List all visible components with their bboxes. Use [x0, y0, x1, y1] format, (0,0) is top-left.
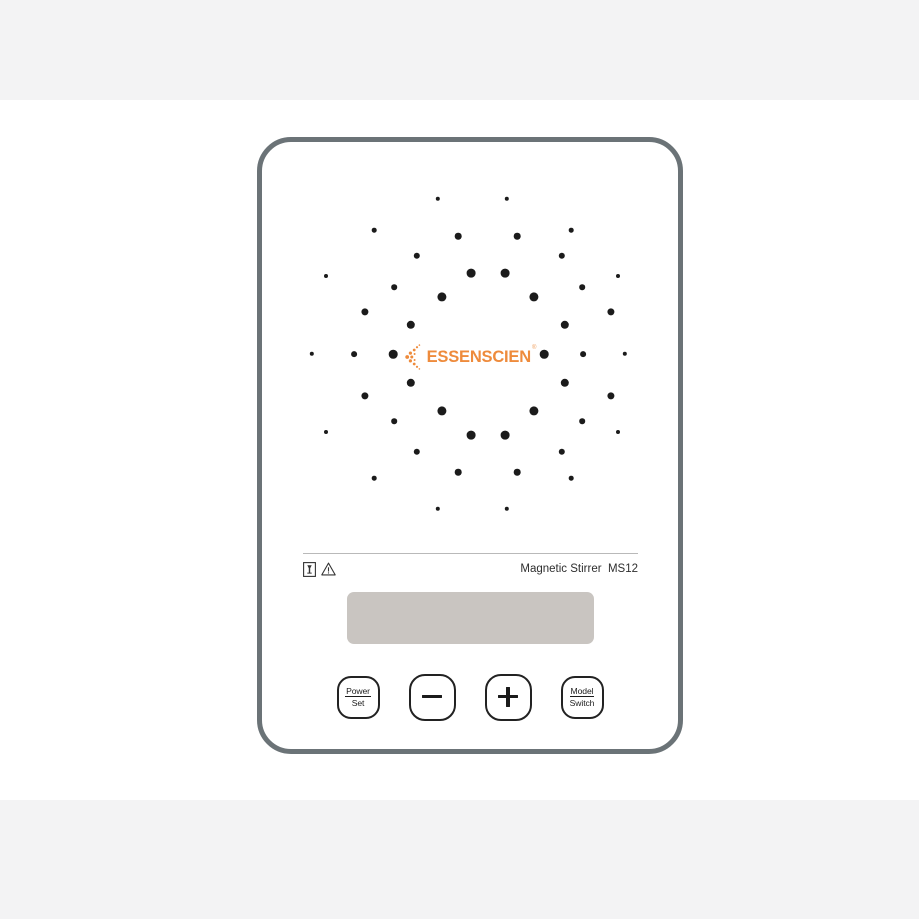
- page-background: ESSENSCIEN ® Magnetic Stirrer MS12 Power…: [0, 0, 919, 919]
- pattern-dot: [616, 430, 620, 434]
- pattern-dot: [607, 392, 615, 400]
- model-label: Magnetic Stirrer MS12: [520, 563, 638, 575]
- pattern-dot: [361, 308, 369, 316]
- pattern-dot: [435, 506, 441, 512]
- model-switch-button[interactable]: Model Switch: [560, 675, 604, 719]
- power-set-button-line1: Power: [345, 685, 371, 698]
- model-switch-button-line1: Model: [569, 685, 595, 698]
- arrow-dots-logo-mark-icon: [404, 344, 420, 370]
- pattern-dot: [560, 378, 570, 388]
- pattern-dot: [568, 227, 574, 233]
- fragile-icon: [303, 561, 316, 577]
- pattern-dot: [504, 196, 510, 202]
- brand-trademark: ®: [531, 345, 537, 351]
- label-icon-group: [303, 557, 336, 577]
- pattern-dot: [324, 430, 328, 434]
- pattern-dot: [560, 320, 570, 330]
- pattern-dot: [616, 274, 620, 278]
- brand-name: ESSENSCIEN: [426, 347, 532, 366]
- pattern-dot: [504, 506, 510, 512]
- pattern-dot: [466, 430, 476, 440]
- pattern-dot: [437, 292, 447, 302]
- pattern-dot: [371, 227, 377, 233]
- pattern-dot: [413, 252, 421, 260]
- pattern-dot: [454, 232, 462, 240]
- power-set-button[interactable]: Power Set: [336, 675, 380, 719]
- pattern-dot: [529, 292, 539, 302]
- pattern-dot: [558, 252, 566, 260]
- pattern-dot: [391, 418, 397, 424]
- pattern-dot: [529, 406, 539, 416]
- lcd-display: [347, 592, 594, 644]
- decrease-button[interactable]: [408, 673, 456, 721]
- brand-logo: ESSENSCIEN ®: [262, 342, 678, 372]
- plus-icon: [498, 687, 518, 707]
- warning-triangle-icon: [321, 562, 336, 576]
- pattern-dot: [435, 196, 441, 202]
- pattern-dot: [568, 475, 574, 481]
- pattern-dot: [579, 418, 585, 424]
- increase-button[interactable]: [484, 673, 532, 721]
- pattern-dot: [437, 406, 447, 416]
- pattern-dot: [371, 475, 377, 481]
- magnetic-stirrer-control-panel: ESSENSCIEN ® Magnetic Stirrer MS12 Power…: [257, 137, 683, 754]
- bottom-background-band: [0, 800, 919, 919]
- model-switch-button-line2: Switch: [569, 698, 595, 709]
- pattern-dot: [324, 274, 328, 278]
- minus-icon: [422, 687, 442, 707]
- pattern-dot: [391, 284, 397, 290]
- top-background-band: [0, 0, 919, 100]
- pattern-dot: [558, 448, 566, 456]
- pattern-dot: [406, 378, 416, 388]
- pattern-dot: [361, 392, 369, 400]
- power-set-button-line2: Set: [351, 698, 365, 709]
- pattern-dot: [607, 308, 615, 316]
- label-strip: Magnetic Stirrer MS12: [303, 553, 638, 579]
- pattern-dot: [413, 448, 421, 456]
- control-button-row: Power Set Model Switch: [262, 662, 678, 732]
- pattern-dot: [513, 468, 521, 476]
- pattern-dot: [579, 284, 585, 290]
- pattern-dot: [513, 232, 521, 240]
- pattern-dot: [466, 268, 476, 278]
- pattern-dot: [500, 268, 510, 278]
- pattern-dot: [454, 468, 462, 476]
- pattern-dot: [500, 430, 510, 440]
- pattern-dot: [406, 320, 416, 330]
